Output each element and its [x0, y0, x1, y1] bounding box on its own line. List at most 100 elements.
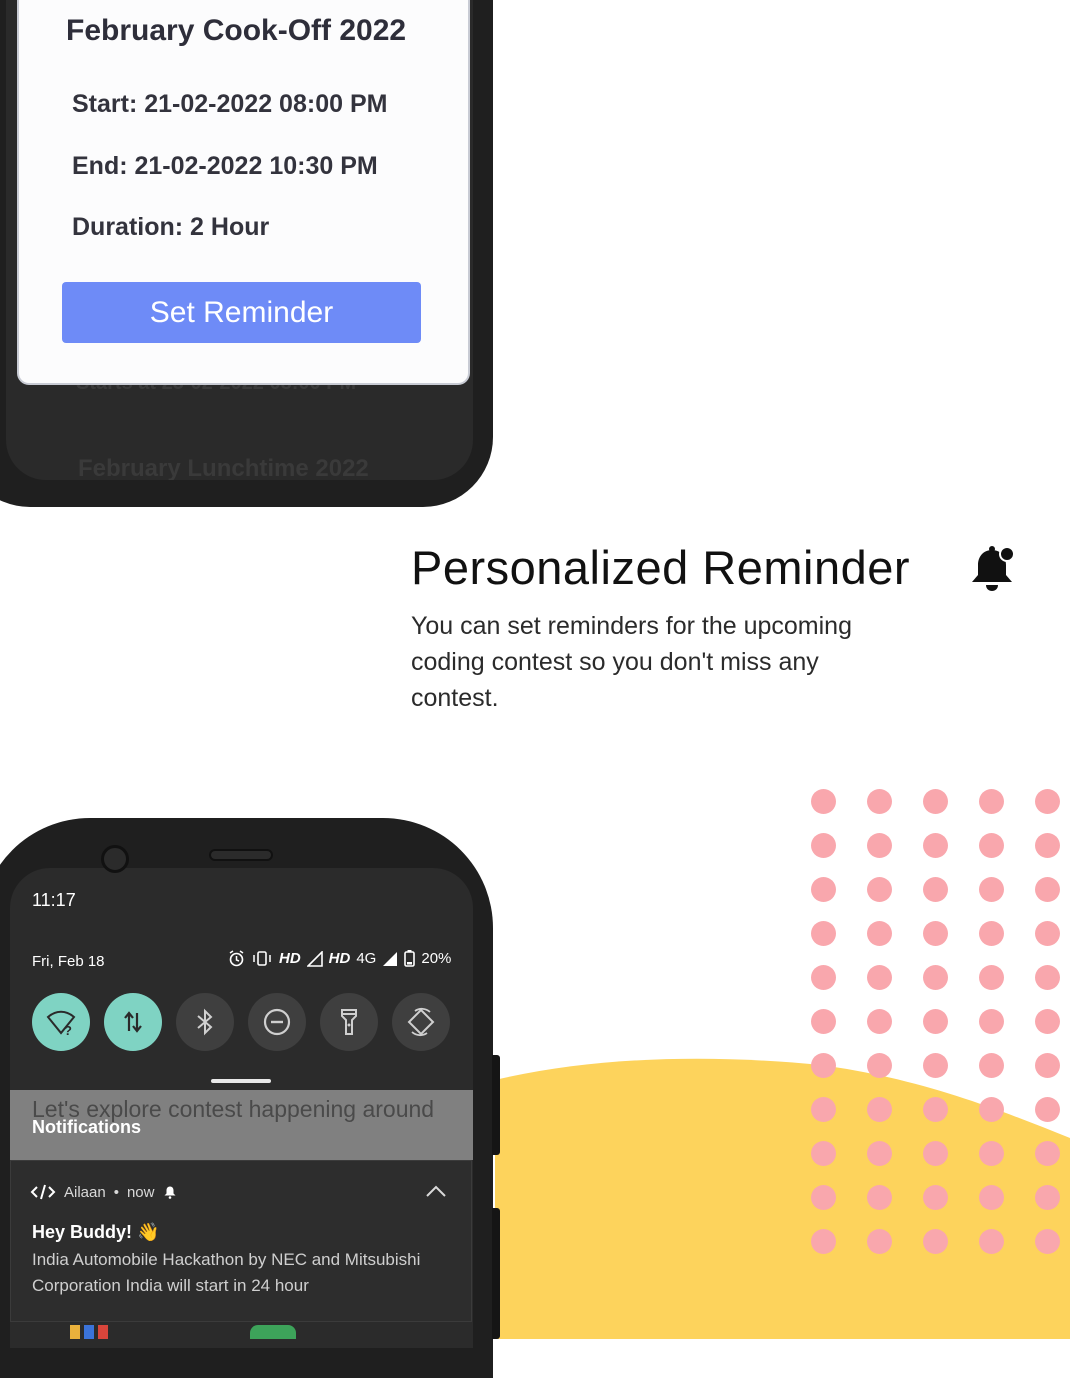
- decorative-dot: [923, 1009, 948, 1034]
- status-date: Fri, Feb 18: [32, 953, 105, 970]
- shade-drag-handle[interactable]: [211, 1079, 271, 1083]
- set-reminder-button[interactable]: Set Reminder: [62, 282, 421, 343]
- contest-duration: Duration: 2 Hour: [72, 213, 270, 241]
- decorative-dot: [811, 921, 836, 946]
- decorative-dot: [979, 1097, 1004, 1122]
- hd-label-1: HD: [279, 950, 301, 967]
- decorative-dot: [923, 921, 948, 946]
- decorative-dot: [867, 1009, 892, 1034]
- decorative-dot: [1035, 921, 1060, 946]
- notification-separator: •: [113, 1183, 119, 1201]
- contest-start: Start: 21-02-2022 08:00 PM: [72, 90, 388, 118]
- decorative-dot: [867, 965, 892, 990]
- decorative-dot: [979, 877, 1004, 902]
- decorative-dot: [923, 1053, 948, 1078]
- flashlight-icon: [341, 1009, 357, 1035]
- decorative-dot: [979, 1141, 1004, 1166]
- background-contest-title: February Lunchtime 2022: [78, 455, 369, 480]
- peek-app-icon-2: [84, 1325, 94, 1339]
- decorative-dot: [811, 1097, 836, 1122]
- feature-title: Personalized Reminder: [411, 541, 911, 594]
- feature-description: You can set reminders for the upcoming c…: [411, 612, 852, 712]
- decorative-dot: [811, 1229, 836, 1254]
- notifications-label: Notifications: [32, 1117, 142, 1137]
- decorative-dot: [1035, 833, 1060, 858]
- qs-dnd-toggle[interactable]: [248, 993, 306, 1051]
- qs-flashlight-toggle[interactable]: [320, 993, 378, 1051]
- decorative-dot: [1035, 965, 1060, 990]
- decorative-dot: [867, 833, 892, 858]
- decorative-dot: [1035, 1053, 1060, 1078]
- decorative-dot: [867, 1185, 892, 1210]
- collapse-chevron-icon[interactable]: [425, 1184, 447, 1198]
- qs-auto-rotate-toggle[interactable]: [392, 993, 450, 1051]
- notification-app-name: Ailaan: [64, 1183, 106, 1201]
- decorative-dot: [811, 1053, 836, 1078]
- status-icons: HD HD 4G 20%: [228, 950, 451, 967]
- contest-end: End: 21-02-2022 10:30 PM: [72, 152, 378, 180]
- decorative-dot: [1035, 1009, 1060, 1034]
- decorative-dot: [1035, 1141, 1060, 1166]
- decorative-dot: [811, 1141, 836, 1166]
- battery-icon: [404, 950, 416, 967]
- power-button: [492, 1055, 500, 1155]
- bell-alert-icon: [972, 546, 1015, 591]
- decorative-dot: [923, 1185, 948, 1210]
- decorative-dot: [867, 1229, 892, 1254]
- earpiece-speaker: [209, 849, 273, 861]
- code-icon: [30, 1184, 56, 1200]
- hd-label-2: HD: [328, 950, 351, 967]
- status-time: 11:17: [32, 890, 76, 910]
- notification-title: Hey Buddy! 👋: [32, 1222, 160, 1242]
- contest-title: February Cook-Off 2022: [66, 14, 407, 47]
- qs-mobile-data-toggle[interactable]: [104, 993, 162, 1051]
- signal-icon-1: [306, 950, 323, 967]
- data-arrows-icon: [124, 1011, 142, 1033]
- svg-text:?: ?: [64, 1023, 72, 1038]
- notification-body: India Automobile Hackathon by NEC and Mi…: [32, 1250, 421, 1295]
- decorative-dot: [923, 1097, 948, 1122]
- decorative-dot: [867, 1097, 892, 1122]
- decorative-dot: [923, 833, 948, 858]
- notification-app-row: Ailaan • now: [30, 1183, 177, 1201]
- alert-bell-icon: [164, 1186, 175, 1199]
- decorative-dot: [811, 877, 836, 902]
- decorative-dot: [979, 1009, 1004, 1034]
- wifi-unknown-icon: ?: [46, 1010, 76, 1038]
- decorative-dot: [867, 1053, 892, 1078]
- decorative-dot: [811, 789, 836, 814]
- peek-app-icon-4: [250, 1325, 296, 1339]
- decorative-dot: [867, 1141, 892, 1166]
- battery-percent: 20%: [421, 950, 452, 967]
- decorative-dot: [1035, 789, 1060, 814]
- bluetooth-icon: [197, 1008, 213, 1036]
- network-type: 4G: [356, 950, 377, 967]
- notification-time: now: [126, 1183, 155, 1201]
- decorative-dot: [923, 1229, 948, 1254]
- decorative-dot: [1035, 1185, 1060, 1210]
- decorative-dot: [1035, 1229, 1060, 1254]
- decorative-dot: [811, 1009, 836, 1034]
- signal-icon-2: [383, 951, 398, 966]
- decorative-dot: [923, 877, 948, 902]
- qs-bluetooth-toggle[interactable]: [176, 993, 234, 1051]
- decorative-dot: [867, 877, 892, 902]
- volume-button: [492, 1208, 500, 1339]
- decorative-dot: [979, 965, 1004, 990]
- decorative-dot: [1035, 877, 1060, 902]
- qs-wifi-toggle[interactable]: ?: [32, 993, 90, 1051]
- decorative-dot: [1035, 1097, 1060, 1122]
- alarm-icon: [229, 950, 244, 967]
- decorative-dot: [979, 1053, 1004, 1078]
- peek-app-icon-3: [98, 1325, 108, 1339]
- decorative-dot: [811, 965, 836, 990]
- decorative-dot: [923, 789, 948, 814]
- vibrate-icon: [253, 951, 271, 966]
- decorative-dot: [923, 965, 948, 990]
- decorative-dot: [923, 1141, 948, 1166]
- decorative-dot: [867, 921, 892, 946]
- decorative-dot: [811, 833, 836, 858]
- decorative-dot: [979, 1185, 1004, 1210]
- decorative-dot: [979, 921, 1004, 946]
- peek-app-icon-1: [70, 1325, 80, 1339]
